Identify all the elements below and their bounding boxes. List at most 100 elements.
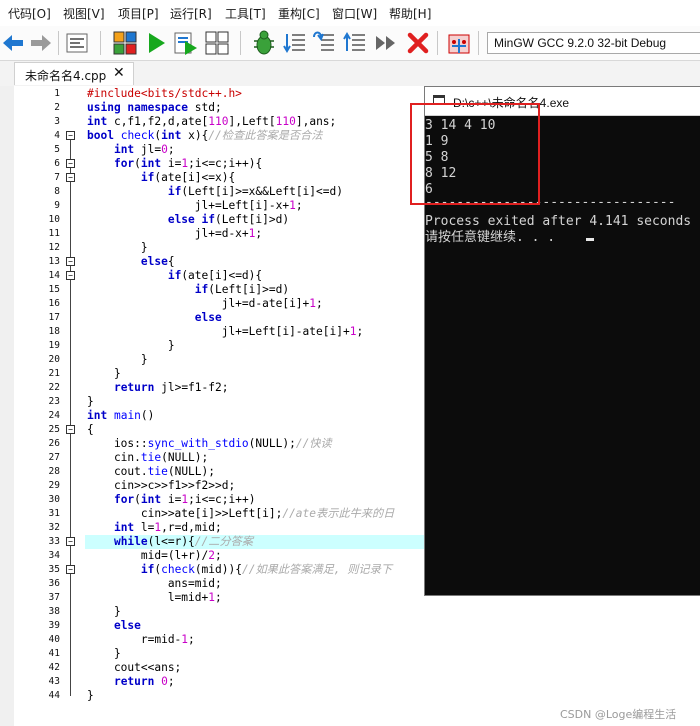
tab-file-label: 未命名名4.cpp bbox=[25, 69, 107, 83]
code-line[interactable]: ans=mid; bbox=[87, 577, 222, 591]
code-line[interactable]: } bbox=[87, 647, 121, 661]
format-code-icon[interactable] bbox=[64, 29, 90, 57]
line-number: 1 bbox=[54, 88, 60, 99]
code-line[interactable]: } bbox=[87, 689, 94, 703]
step-into-icon[interactable] bbox=[282, 29, 308, 57]
code-line[interactable]: } bbox=[87, 339, 175, 353]
line-number: 33 bbox=[48, 536, 60, 547]
fold-toggle[interactable]: − bbox=[66, 537, 75, 546]
line-number: 34 bbox=[48, 550, 60, 561]
compile-icon[interactable] bbox=[112, 29, 138, 57]
back-arrow-icon[interactable] bbox=[0, 29, 26, 57]
code-line[interactable]: r=mid-1; bbox=[87, 633, 195, 647]
stop-icon[interactable] bbox=[405, 29, 431, 57]
console-process-line: Process exited after 4.141 seconds bbox=[425, 214, 692, 229]
profile-icon[interactable] bbox=[446, 29, 472, 57]
line-number: 5 bbox=[54, 144, 60, 155]
code-line[interactable]: if(check(mid)){//如果此答案满足, 则记录下 bbox=[87, 563, 392, 577]
menu-view[interactable]: 视图[V] bbox=[63, 6, 105, 22]
code-line[interactable]: cin>>ate[i]>>Left[i];//ate表示此牛来的日 bbox=[87, 507, 394, 521]
code-line[interactable]: } bbox=[87, 605, 121, 619]
code-line[interactable]: mid=(l+r)/2; bbox=[87, 549, 222, 563]
code-line[interactable]: int l=1,r=d,mid; bbox=[87, 521, 222, 535]
code-line[interactable]: if(Left[i]>=x&&Left[i]<=d) bbox=[87, 185, 343, 199]
continue-icon[interactable] bbox=[373, 29, 399, 57]
fold-toggle[interactable]: − bbox=[66, 131, 75, 140]
step-out-icon[interactable] bbox=[342, 29, 368, 57]
code-line[interactable]: cin>>c>>f1>>f2>>d; bbox=[87, 479, 235, 493]
line-number: 28 bbox=[48, 466, 60, 477]
line-number: 16 bbox=[48, 298, 60, 309]
menu-code[interactable]: 代码[O] bbox=[8, 6, 51, 22]
rebuild-icon[interactable] bbox=[204, 29, 230, 57]
compiler-select-value: MinGW GCC 9.2.0 32-bit Debug bbox=[494, 36, 667, 50]
line-number: 10 bbox=[48, 214, 60, 225]
code-line[interactable]: cin.tie(NULL); bbox=[87, 451, 208, 465]
code-line[interactable]: return jl>=f1-f2; bbox=[87, 381, 229, 395]
code-line[interactable]: if(ate[i]<=d){ bbox=[87, 269, 262, 283]
code-line[interactable]: } bbox=[87, 395, 94, 409]
code-line[interactable]: jl+=d-x+1; bbox=[87, 227, 262, 241]
line-number: 30 bbox=[48, 494, 60, 505]
fold-toggle[interactable]: − bbox=[66, 159, 75, 168]
code-line[interactable]: cout<<ans; bbox=[87, 661, 181, 675]
code-line[interactable]: bool check(int x){//检查此答案是否合法 bbox=[87, 129, 322, 143]
menu-refactor[interactable]: 重构[C] bbox=[278, 6, 320, 22]
fold-toggle[interactable]: − bbox=[66, 425, 75, 434]
fold-guide-line bbox=[70, 136, 71, 696]
menu-run[interactable]: 运行[R] bbox=[170, 6, 212, 22]
code-line[interactable]: jl+=Left[i]-x+1; bbox=[87, 199, 303, 213]
debug-icon[interactable] bbox=[251, 29, 277, 57]
code-line[interactable]: jl+=Left[i]-ate[i]+1; bbox=[87, 325, 363, 339]
code-line[interactable]: { bbox=[87, 423, 94, 437]
code-line[interactable]: cout.tie(NULL); bbox=[87, 465, 215, 479]
menu-help[interactable]: 帮助[H] bbox=[389, 6, 431, 22]
menu-project[interactable]: 项目[P] bbox=[118, 6, 159, 22]
code-line[interactable]: int c,f1,f2,d,ate[110],Left[110],ans; bbox=[87, 115, 336, 129]
watermark: CSDN @Loge编程生活 bbox=[560, 708, 677, 721]
run-icon[interactable] bbox=[143, 29, 169, 57]
step-over-icon[interactable] bbox=[311, 29, 337, 57]
compile-run-icon[interactable] bbox=[173, 29, 199, 57]
fold-toggle[interactable]: − bbox=[66, 565, 75, 574]
code-line[interactable]: for(int i=1;i<=c;i++){ bbox=[87, 157, 262, 171]
line-number: 27 bbox=[48, 452, 60, 463]
line-number: 11 bbox=[48, 228, 60, 239]
code-line[interactable]: else{ bbox=[87, 255, 175, 269]
code-line[interactable]: else bbox=[87, 619, 141, 633]
fold-toggle[interactable]: − bbox=[66, 173, 75, 182]
code-line[interactable]: if(ate[i]<=x){ bbox=[87, 171, 235, 185]
fold-toggle[interactable]: − bbox=[66, 257, 75, 266]
fold-toggle[interactable]: − bbox=[66, 271, 75, 280]
menu-bar: 代码[O] 视图[V] 项目[P] 运行[R] 工具[T] 重构[C] 窗口[W… bbox=[0, 0, 700, 27]
code-line[interactable]: return 0; bbox=[87, 675, 175, 689]
menu-tools[interactable]: 工具[T] bbox=[225, 6, 266, 22]
line-number: 24 bbox=[48, 410, 60, 421]
code-line[interactable]: } bbox=[87, 353, 148, 367]
compiler-select[interactable]: MinGW GCC 9.2.0 32-bit Debug bbox=[487, 32, 700, 54]
code-line[interactable]: } bbox=[87, 241, 148, 255]
code-line[interactable]: while(l<=r){//二分答案 bbox=[87, 535, 253, 549]
code-line[interactable]: jl+=d-ate[i]+1; bbox=[87, 297, 323, 311]
close-icon[interactable]: ✕ bbox=[113, 65, 125, 81]
tab-file[interactable]: 未命名名4.cpp ✕ bbox=[14, 62, 134, 85]
line-number: 9 bbox=[54, 200, 60, 211]
code-line[interactable]: int jl=0; bbox=[87, 143, 175, 157]
forward-arrow-icon[interactable] bbox=[28, 29, 54, 57]
code-line[interactable]: ios::sync_with_stdio(NULL);//快读 bbox=[87, 437, 332, 451]
code-line[interactable]: #include<bits/stdc++.h> bbox=[87, 87, 242, 101]
menu-window[interactable]: 窗口[W] bbox=[332, 6, 377, 22]
code-line[interactable]: else if(Left[i]>d) bbox=[87, 213, 289, 227]
code-line[interactable]: else bbox=[87, 311, 222, 325]
code-line[interactable]: } bbox=[87, 367, 121, 381]
console-cursor bbox=[586, 238, 594, 241]
line-number: 19 bbox=[48, 340, 60, 351]
code-line[interactable]: using namespace std; bbox=[87, 101, 222, 115]
code-line[interactable]: l=mid+1; bbox=[87, 591, 222, 605]
line-number: 4 bbox=[54, 130, 60, 141]
code-line[interactable]: int main() bbox=[87, 409, 154, 423]
code-line[interactable]: if(Left[i]>=d) bbox=[87, 283, 289, 297]
toolbar-separator bbox=[100, 31, 101, 55]
line-number: 17 bbox=[48, 312, 60, 323]
code-line[interactable]: for(int i=1;i<=c;i++) bbox=[87, 493, 256, 507]
